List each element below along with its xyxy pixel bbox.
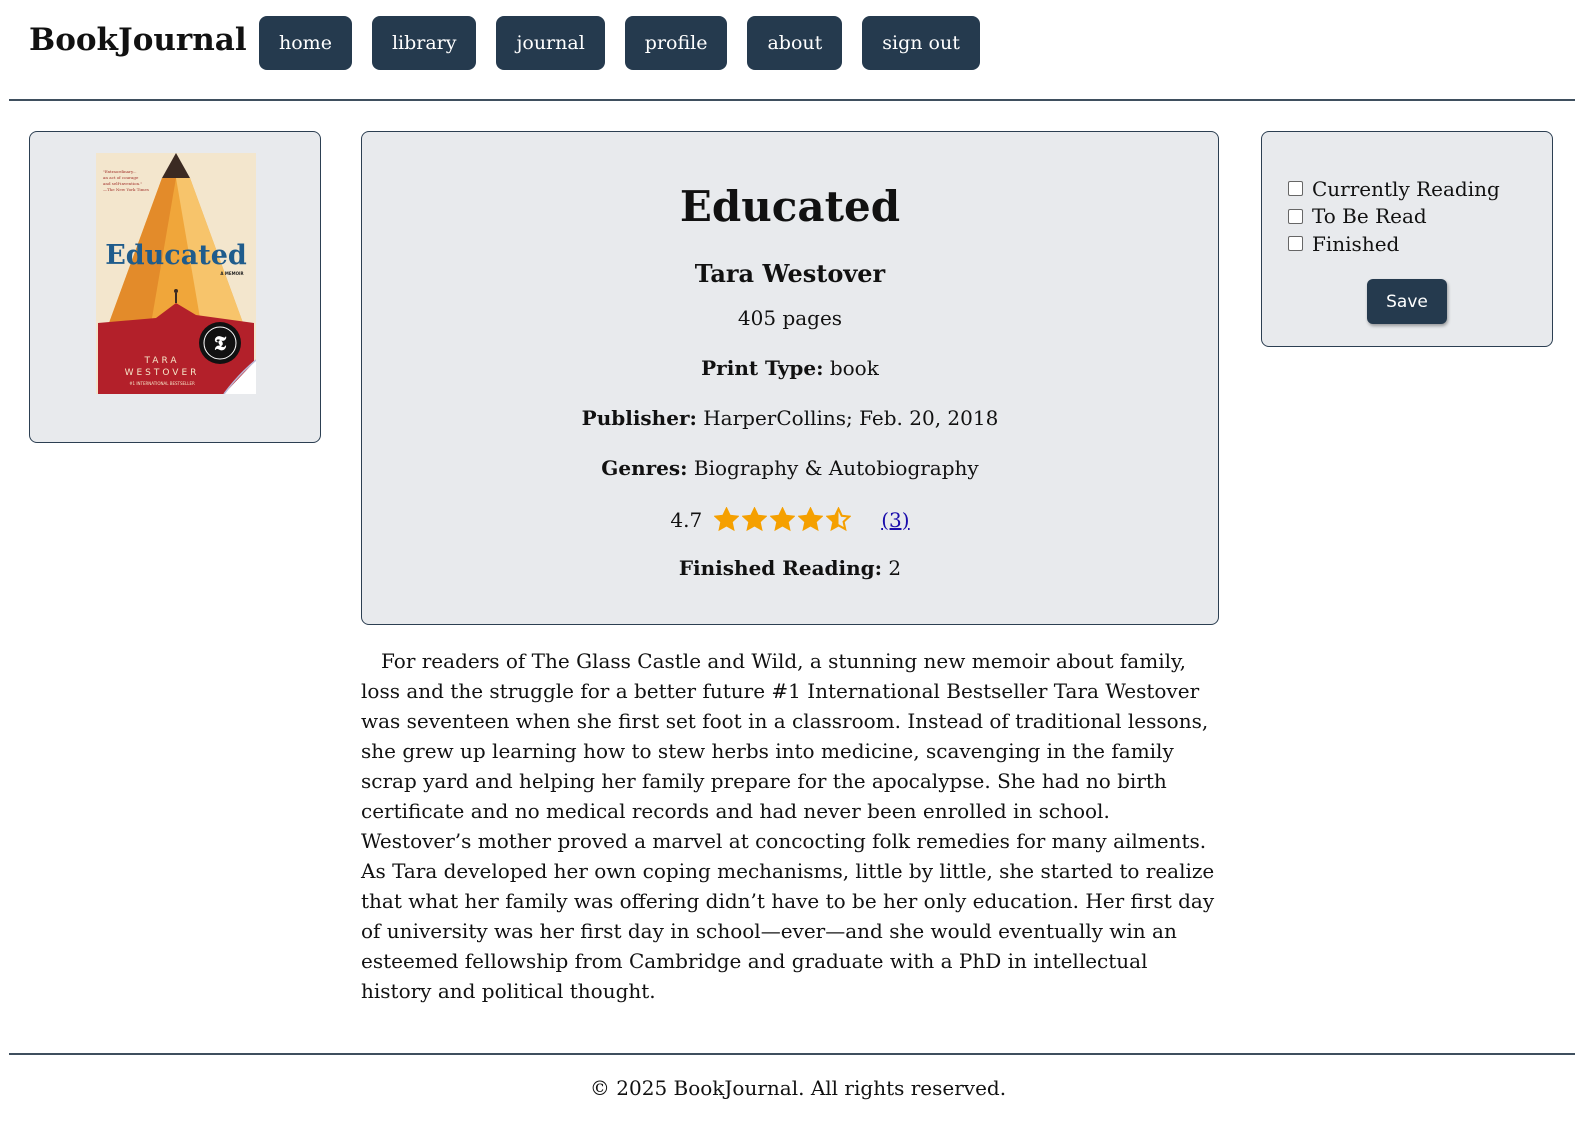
svg-text:𝕿: 𝕿 xyxy=(214,331,227,355)
genres-value: Biography & Autobiography xyxy=(693,456,979,480)
publisher-row: Publisher: HarperCollins; Feb. 20, 2018 xyxy=(362,406,1218,430)
status-option-currently-reading[interactable]: Currently Reading xyxy=(1288,175,1500,203)
rating-stars xyxy=(714,507,852,532)
status-options: Currently Reading To Be Read Finished xyxy=(1288,175,1500,258)
star-full-icon xyxy=(714,507,740,532)
star-full-icon xyxy=(742,507,768,532)
star-full-icon xyxy=(770,507,796,532)
svg-text:and self-invention.": and self-invention." xyxy=(103,181,142,186)
svg-text:an act of courage: an act of courage xyxy=(103,175,139,180)
book-title: Educated xyxy=(679,182,901,231)
print-type-row: Print Type: book xyxy=(362,356,1218,380)
svg-text:Educated: Educated xyxy=(105,240,247,271)
save-button[interactable]: Save xyxy=(1367,279,1447,324)
star-full-icon xyxy=(798,507,824,532)
book-description: For readers of The Glass Castle and Wild… xyxy=(361,649,1215,1003)
publisher-label: Publisher: xyxy=(581,406,697,430)
print-type-label: Print Type: xyxy=(701,356,824,380)
book-cover-image: 𝕿 "Extraordinary... an act of courage an… xyxy=(96,153,256,394)
print-type-value: book xyxy=(829,356,879,380)
main-nav: home library journal profile about sign … xyxy=(259,16,980,70)
footer-copyright: © 2025 BookJournal. All rights reserved. xyxy=(589,1076,1007,1100)
currently-reading-checkbox[interactable] xyxy=(1288,181,1303,197)
nav-library-button[interactable]: library xyxy=(371,16,477,70)
nav-home-button[interactable]: home xyxy=(259,16,352,70)
nav-sign-out-button[interactable]: sign out xyxy=(862,16,980,70)
svg-text:#1 INTERNATIONAL BESTSELLER: #1 INTERNATIONAL BESTSELLER xyxy=(129,381,195,386)
finished-reading-row: Finished Reading: 2 xyxy=(362,556,1218,580)
svg-text:TARA: TARA xyxy=(143,356,179,366)
to-be-read-label[interactable]: To Be Read xyxy=(1312,204,1427,228)
svg-text:WESTOVER: WESTOVER xyxy=(125,368,200,378)
cover-panel: 𝕿 "Extraordinary... an act of courage an… xyxy=(29,131,321,443)
finished-reading-label: Finished Reading: xyxy=(678,556,883,580)
page-count: 405 pages xyxy=(737,306,843,330)
header-divider xyxy=(9,99,1575,101)
finished-reading-value: 2 xyxy=(888,556,902,580)
genres-label: Genres: xyxy=(601,456,688,480)
status-option-to-be-read[interactable]: To Be Read xyxy=(1288,203,1500,231)
site-header: BookJournal home library journal profile… xyxy=(0,0,1596,100)
finished-checkbox[interactable] xyxy=(1288,236,1303,252)
book-info-panel: Educated Tara Westover 405 pages Print T… xyxy=(361,131,1219,625)
svg-text:—The New York Times: —The New York Times xyxy=(103,187,149,192)
finished-label[interactable]: Finished xyxy=(1312,232,1399,256)
rating-row: 4.7 (3) xyxy=(362,507,1218,532)
brand-logo[interactable]: BookJournal xyxy=(29,22,247,58)
publisher-value: HarperCollins; Feb. 20, 2018 xyxy=(703,406,999,430)
reading-status-panel: Currently Reading To Be Read Finished Sa… xyxy=(1261,131,1553,347)
nav-profile-button[interactable]: profile xyxy=(624,16,728,70)
genres-row: Genres: Biography & Autobiography xyxy=(362,456,1218,480)
svg-text:A MEMOIR: A MEMOIR xyxy=(220,271,243,276)
footer-divider xyxy=(9,1053,1575,1055)
book-author: Tara Westover xyxy=(694,259,886,288)
to-be-read-checkbox[interactable] xyxy=(1288,208,1303,224)
status-option-finished[interactable]: Finished xyxy=(1288,230,1500,258)
rating-count-link[interactable]: (3) xyxy=(881,508,909,532)
currently-reading-label[interactable]: Currently Reading xyxy=(1312,177,1500,201)
nav-about-button[interactable]: about xyxy=(747,16,843,70)
nav-journal-button[interactable]: journal xyxy=(496,16,605,70)
star-half-icon xyxy=(826,507,852,532)
rating-value: 4.7 xyxy=(670,507,703,532)
svg-text:"Extraordinary...: "Extraordinary... xyxy=(103,169,137,174)
